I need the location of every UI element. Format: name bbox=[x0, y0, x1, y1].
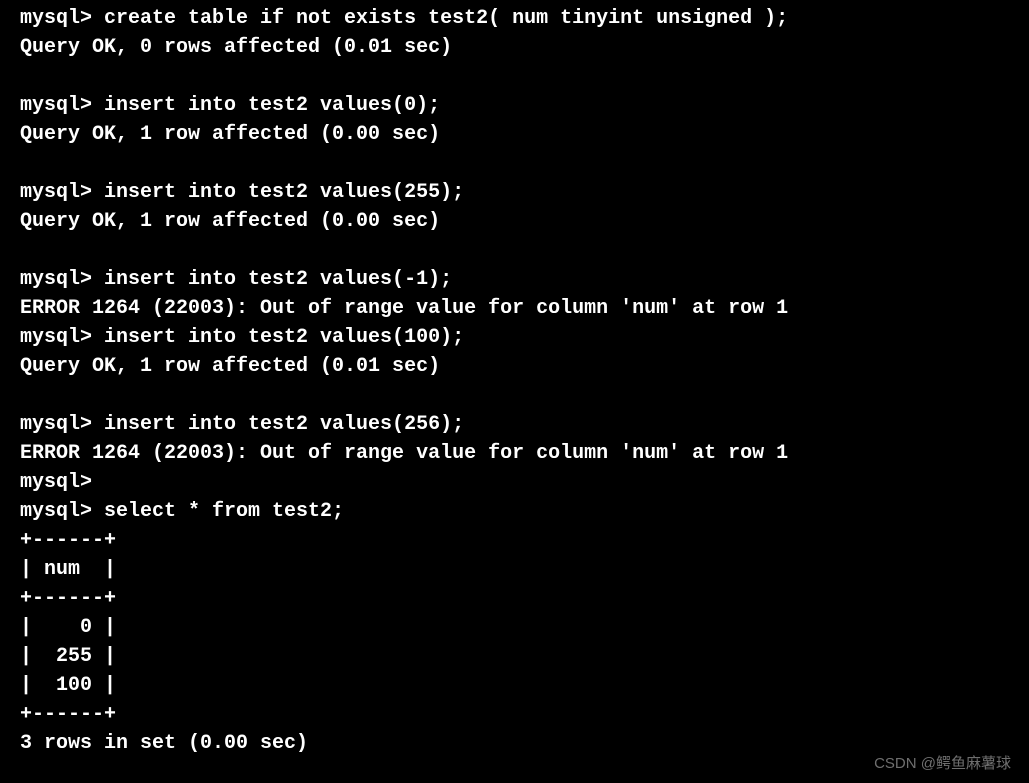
terminal-line: +------+ bbox=[20, 584, 1009, 613]
terminal-line: mysql> bbox=[20, 468, 1009, 497]
terminal-line: Query OK, 0 rows affected (0.01 sec) bbox=[20, 33, 1009, 62]
terminal-line: ERROR 1264 (22003): Out of range value f… bbox=[20, 439, 1009, 468]
terminal-line: 3 rows in set (0.00 sec) bbox=[20, 729, 1009, 758]
terminal-line: Query OK, 1 row affected (0.01 sec) bbox=[20, 352, 1009, 381]
terminal-line bbox=[20, 149, 1009, 178]
terminal-line bbox=[20, 381, 1009, 410]
terminal-line: mysql> insert into test2 values(255); bbox=[20, 178, 1009, 207]
terminal-line: mysql> insert into test2 values(-1); bbox=[20, 265, 1009, 294]
terminal-line: mysql> select * from test2; bbox=[20, 497, 1009, 526]
terminal-line: | num | bbox=[20, 555, 1009, 584]
terminal-line: mysql> insert into test2 values(256); bbox=[20, 410, 1009, 439]
terminal-line: mysql> create table if not exists test2(… bbox=[20, 4, 1009, 33]
watermark: CSDN @鳄鱼麻薯球 bbox=[874, 753, 1011, 775]
terminal-line: | 100 | bbox=[20, 671, 1009, 700]
terminal-line: | 0 | bbox=[20, 613, 1009, 642]
terminal-line bbox=[20, 236, 1009, 265]
terminal-line: mysql> insert into test2 values(100); bbox=[20, 323, 1009, 352]
terminal-line: Query OK, 1 row affected (0.00 sec) bbox=[20, 120, 1009, 149]
terminal-line: mysql> insert into test2 values(0); bbox=[20, 91, 1009, 120]
terminal-output[interactable]: mysql> create table if not exists test2(… bbox=[20, 4, 1009, 758]
terminal-line: | 255 | bbox=[20, 642, 1009, 671]
terminal-line: Query OK, 1 row affected (0.00 sec) bbox=[20, 207, 1009, 236]
terminal-line bbox=[20, 62, 1009, 91]
terminal-line: ERROR 1264 (22003): Out of range value f… bbox=[20, 294, 1009, 323]
terminal-line: +------+ bbox=[20, 700, 1009, 729]
terminal-line: +------+ bbox=[20, 526, 1009, 555]
